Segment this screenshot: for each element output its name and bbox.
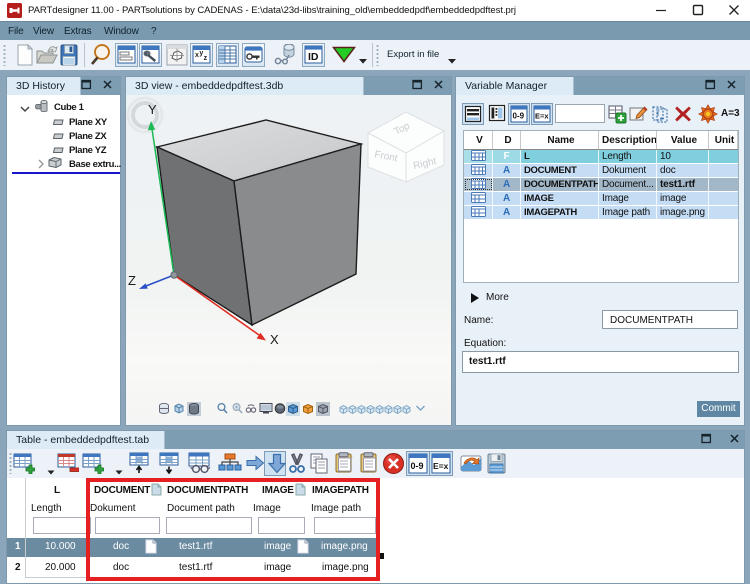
svg-text:x: x xyxy=(195,52,199,59)
svg-text:ID: ID xyxy=(308,51,319,63)
svg-text:0-9: 0-9 xyxy=(513,112,525,121)
svg-text:z: z xyxy=(204,55,208,62)
svg-text:Y: Y xyxy=(148,102,157,117)
svg-text:E=x: E=x xyxy=(433,461,449,471)
svg-text:0-9: 0-9 xyxy=(411,461,424,471)
svg-text:E=x: E=x xyxy=(535,112,549,121)
svg-text:Z: Z xyxy=(128,273,136,288)
svg-text:X: X xyxy=(270,332,279,347)
